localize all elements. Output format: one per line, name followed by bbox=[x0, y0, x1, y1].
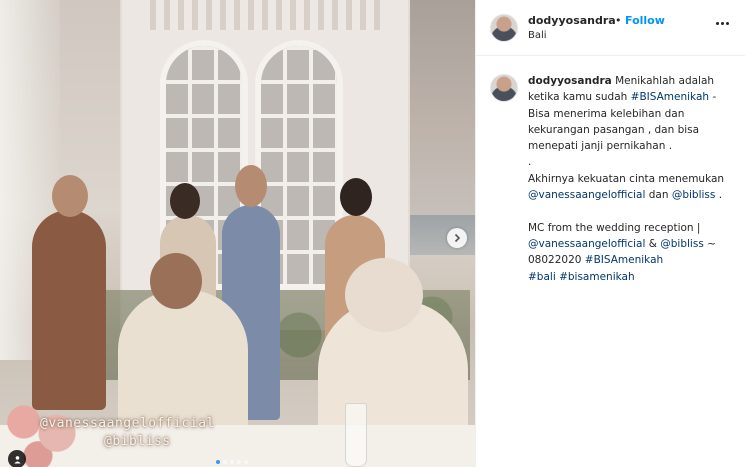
caption-username[interactable]: dodyyosandra bbox=[528, 75, 612, 87]
more-options-icon[interactable] bbox=[716, 18, 734, 28]
chevron-right-icon bbox=[454, 233, 461, 243]
caption-avatar[interactable] bbox=[490, 74, 518, 102]
mc-person-left-head bbox=[52, 175, 88, 217]
post-header: dodyyosandra • Follow Bali bbox=[476, 0, 745, 56]
caption-text: MC from the wedding reception | bbox=[528, 221, 701, 234]
caption-text: dan bbox=[645, 189, 672, 202]
mention-sticker-line-2: @bibliss bbox=[104, 434, 171, 449]
hashtag-link[interactable]: #BISAmenikah bbox=[585, 254, 663, 266]
mention-link[interactable]: @vanessaangelofficial bbox=[528, 189, 645, 201]
location-link[interactable]: Bali bbox=[528, 30, 547, 41]
mc-person-right-head bbox=[340, 178, 372, 216]
tagged-users-button[interactable] bbox=[8, 450, 26, 467]
carousel-next-button[interactable] bbox=[447, 228, 467, 248]
carousel-dot bbox=[223, 460, 227, 464]
caption-text: Akhirnya kekuatan cinta menemukan bbox=[528, 172, 725, 185]
seated-guest-right-head bbox=[345, 258, 423, 332]
user-tag-icon bbox=[13, 455, 21, 464]
hashtag-link[interactable]: #bali bbox=[528, 271, 556, 283]
hashtag-link[interactable]: #BISAmenikah bbox=[631, 91, 709, 103]
wine-glass bbox=[345, 403, 367, 467]
post-media[interactable]: @vanessaangelofficial @bibliss bbox=[0, 0, 475, 467]
carousel-dot bbox=[237, 460, 241, 464]
sky-background bbox=[405, 0, 475, 230]
carousel-dot bbox=[216, 460, 220, 464]
carousel-indicator bbox=[216, 460, 248, 464]
post-details-panel: dodyyosandra • Follow Bali dodyyosandra … bbox=[475, 0, 745, 467]
header-username[interactable]: dodyyosandra bbox=[528, 14, 616, 27]
caption-text: & bbox=[645, 237, 661, 250]
hashtag-link[interactable]: #bisamenikah bbox=[559, 271, 635, 283]
carousel-dot bbox=[244, 460, 248, 464]
mc-person-left bbox=[32, 210, 106, 410]
groom-head bbox=[235, 165, 267, 207]
follow-button[interactable]: Follow bbox=[625, 14, 665, 27]
header-separator: • bbox=[615, 14, 622, 27]
caption-text: . bbox=[715, 189, 723, 202]
post-caption: dodyyosandra Menikahlah adalah ketika ka… bbox=[528, 73, 733, 285]
mention-link[interactable]: @bibliss bbox=[672, 189, 716, 201]
bride-head bbox=[170, 183, 200, 219]
seated-guest-left-head bbox=[150, 253, 202, 309]
carousel-dot bbox=[230, 460, 234, 464]
caption-dot-line: . bbox=[528, 156, 532, 169]
mention-link[interactable]: @vanessaangelofficial bbox=[528, 238, 645, 250]
mention-sticker-line-1: @vanessaangelofficial bbox=[40, 416, 215, 431]
mention-link[interactable]: @bibliss bbox=[660, 238, 704, 250]
chapel-roof-trim bbox=[150, 0, 380, 30]
avatar[interactable] bbox=[490, 14, 518, 42]
